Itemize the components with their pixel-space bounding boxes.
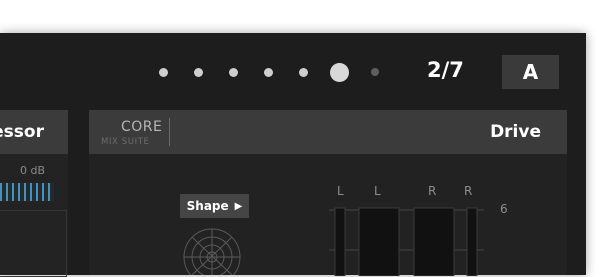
meter-label-r2: R — [464, 184, 473, 198]
brand-mix-suite: MIX SUITE — [101, 137, 150, 147]
page-dot[interactable] — [299, 68, 308, 77]
shape-button-label: Shape — [186, 199, 229, 213]
shape-button[interactable]: Shape ▶ — [180, 194, 249, 218]
page-dot[interactable] — [229, 68, 238, 77]
page-dot-active[interactable] — [330, 63, 349, 82]
brand-core: CORE — [121, 119, 163, 135]
compressor-graph — [0, 210, 67, 277]
page-dot[interactable] — [159, 68, 168, 77]
page-dot[interactable] — [194, 68, 203, 77]
compressor-meter — [0, 183, 54, 201]
drive-meters — [329, 207, 484, 276]
compressor-db-label: 0 dB — [20, 164, 46, 177]
page-dot[interactable] — [264, 68, 273, 77]
meter-label-l1: L — [337, 184, 344, 198]
meter-scale-label: 6 — [500, 202, 508, 216]
compressor-title: Compressor — [0, 122, 44, 142]
drive-panel: CORE MIX SUITE Drive Shape ▶ L L R R 6 — [89, 110, 567, 276]
compressor-header: Compressor — [0, 110, 68, 154]
shape-radar-icon — [183, 228, 241, 275]
preset-a-button[interactable]: A — [502, 55, 559, 89]
page-indicator: 2/7 — [427, 58, 464, 82]
drive-header: CORE MIX SUITE Drive — [89, 110, 567, 154]
play-arrow-icon: ▶ — [234, 200, 243, 212]
meter-label-r1: R — [428, 184, 437, 198]
brand-divider — [169, 118, 170, 146]
drive-title: Drive — [490, 122, 541, 142]
page-dot[interactable] — [371, 68, 379, 76]
meter-label-l2: L — [374, 184, 381, 198]
